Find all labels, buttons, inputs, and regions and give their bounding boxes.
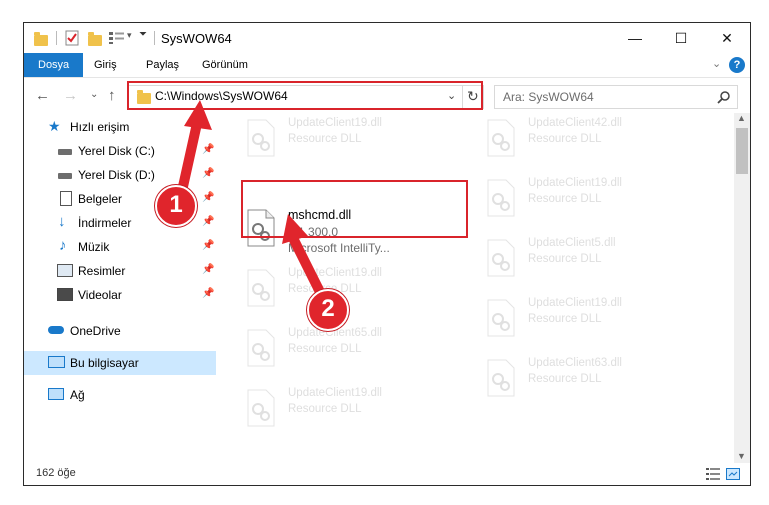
arrow-1-icon: [175, 100, 329, 305]
step-marker-2: 2: [307, 289, 349, 331]
step-marker-1: 1: [155, 185, 197, 227]
